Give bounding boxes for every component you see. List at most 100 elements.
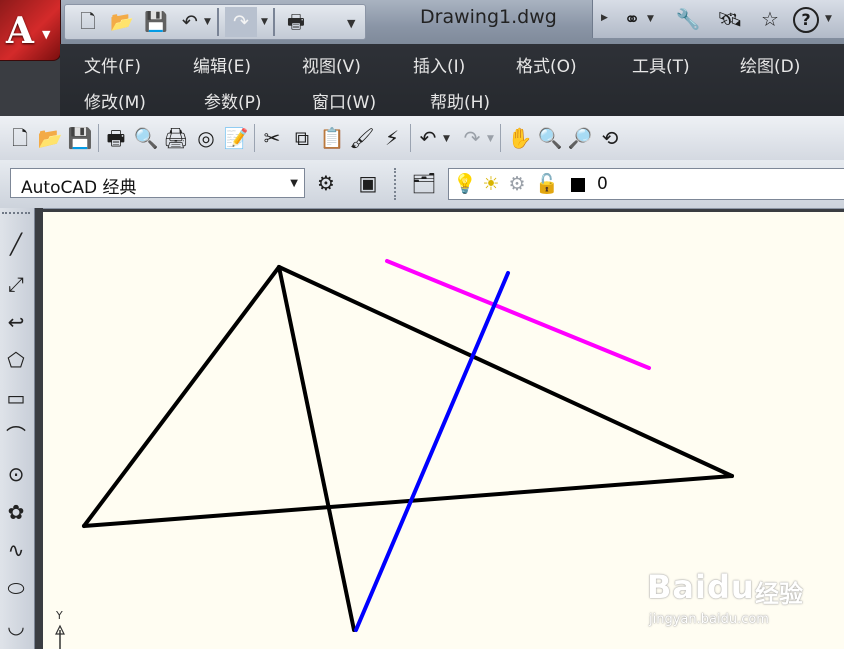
circle-icon[interactable]: ⊙	[1, 458, 31, 490]
arc-icon[interactable]: ⌒	[1, 420, 31, 452]
help-icon[interactable]: ?	[793, 7, 819, 33]
undo-icon[interactable]: ↶	[177, 10, 203, 34]
lightbulb-icon[interactable]: 💡	[453, 171, 477, 197]
satellite-icon[interactable]: 🛰	[717, 6, 743, 32]
quick-access-toolbar: 🗋 📂 💾 ↶ ▼ ↷ ▼ 🖶 ▼	[64, 4, 366, 40]
layer-dropdown[interactable]: 💡 ☀ ⚙ 🔓 0	[448, 168, 844, 200]
undo-icon[interactable]: ↶	[414, 124, 442, 152]
drawing-canvas[interactable]: Y Baidu 经验 jingyan.baidu.com	[43, 212, 844, 649]
undo-dropdown-icon[interactable]: ▼	[443, 134, 450, 144]
revision-cloud-icon[interactable]: ✿	[1, 496, 31, 528]
workspace-selected-label: AutoCAD 经典	[21, 178, 137, 198]
plot-icon[interactable]: 🖶	[283, 10, 309, 34]
chevron-down-icon[interactable]: ▼	[647, 14, 654, 24]
etransmit-icon[interactable]: 📝	[222, 124, 250, 152]
magenta-line[interactable]	[385, 259, 651, 370]
polyline-icon[interactable]: ↩	[1, 306, 31, 338]
chevron-down-icon: ▼	[290, 178, 298, 189]
viewport-freeze-icon[interactable]: ⚙	[505, 171, 529, 197]
construction-line-icon[interactable]: ⤢	[1, 268, 31, 300]
workspace-settings-icon[interactable]: ⚙	[312, 169, 340, 197]
redo-icon[interactable]: ↷	[458, 124, 486, 152]
ucs-icon: Y	[55, 609, 65, 649]
layer-properties-icon[interactable]: 🗂	[410, 169, 438, 197]
menu-window[interactable]: 窗口(W)	[312, 88, 376, 113]
autocad-logo-icon: A	[6, 10, 34, 52]
expand-icon[interactable]: ▶	[601, 13, 608, 23]
undo-dropdown-icon[interactable]: ▼	[204, 17, 211, 27]
menu-modify[interactable]: 修改(M)	[84, 88, 146, 113]
paste-icon[interactable]: 📋	[318, 124, 346, 152]
customize-qat-icon[interactable]: ▼	[347, 17, 355, 30]
triangle-edge-bottom[interactable]	[82, 474, 734, 528]
wrench-icon[interactable]: 🔧	[675, 6, 701, 32]
toolbar-separator	[254, 124, 255, 152]
unlock-icon[interactable]: 🔓	[535, 171, 559, 197]
menu-draw[interactable]: 绘图(D)	[740, 52, 800, 77]
zoom-window-icon[interactable]: 🔎	[566, 124, 594, 152]
open-folder-icon[interactable]: 📂	[36, 124, 64, 152]
save-icon[interactable]: 💾	[66, 124, 94, 152]
binoculars-icon[interactable]: ⚭	[619, 6, 645, 32]
my-workspace-icon[interactable]: ▣	[354, 169, 382, 197]
workspace-dropdown[interactable]: AutoCAD 经典 ▼	[10, 168, 305, 198]
zoom-realtime-icon[interactable]: 🔍	[536, 124, 564, 152]
star-icon[interactable]: ☆	[757, 6, 783, 32]
3d-dwf-icon[interactable]: ◎	[192, 124, 220, 152]
triangle-edge-right[interactable]	[277, 265, 734, 478]
plot-icon[interactable]: 🖶	[102, 124, 130, 152]
line-icon[interactable]: ╱	[1, 228, 31, 260]
ellipse-icon[interactable]: ⬭	[1, 572, 31, 604]
spline-icon[interactable]: ∿	[1, 534, 31, 566]
sun-icon[interactable]: ☀	[479, 171, 503, 197]
redo-dropdown-icon[interactable]: ▼	[261, 17, 268, 27]
watermark-brand: Baidu	[647, 568, 755, 606]
copy-icon[interactable]: ⧉	[288, 124, 316, 152]
menu-help[interactable]: 帮助(H)	[430, 88, 490, 113]
drawing-geometry	[82, 259, 734, 632]
block-editor-icon[interactable]: ⚡	[378, 124, 406, 152]
menu-view[interactable]: 视图(V)	[302, 52, 361, 77]
toolbar-grip[interactable]	[394, 168, 400, 200]
plot-preview-icon[interactable]: 🔍	[132, 124, 160, 152]
qat-separator	[273, 8, 275, 36]
blue-line[interactable]	[354, 271, 510, 632]
cut-icon[interactable]: ✂	[258, 124, 286, 152]
watermark-url: jingyan.baidu.com	[649, 612, 769, 627]
redo-icon[interactable]: ↷	[225, 7, 257, 37]
menu-tools[interactable]: 工具(T)	[632, 52, 690, 77]
menu-parametric[interactable]: 参数(P)	[204, 88, 262, 113]
rectangle-icon[interactable]: ▭	[1, 382, 31, 414]
info-center: ▶ ⚭ ▼ 🔧 🛰 ☆ ? ▼	[592, 0, 844, 38]
publish-icon[interactable]: 🖨	[162, 124, 190, 152]
menu-format[interactable]: 格式(O)	[516, 52, 577, 77]
triangle-edge-left[interactable]	[82, 265, 281, 528]
application-menu-button[interactable]: A ▼	[0, 0, 61, 61]
new-file-icon[interactable]: 🗋	[75, 10, 101, 34]
new-file-icon[interactable]: 🗋	[6, 124, 34, 152]
vertical-spike-line[interactable]	[277, 265, 356, 632]
toolbar-grip[interactable]	[2, 212, 30, 217]
menu-edit[interactable]: 编辑(E)	[193, 52, 251, 77]
standard-toolbar: 🗋 📂 💾 🖶 🔍 🖨 ◎ 📝 ✂ ⧉ 📋 🖌 ⚡ ↶ ▼ ↷ ▼ ✋ 🔍 🔎 …	[0, 116, 844, 161]
toolbar-separator	[500, 124, 501, 152]
qat-separator	[217, 8, 219, 36]
polygon-icon[interactable]: ⬠	[1, 344, 31, 376]
toolbar-gap	[35, 208, 43, 649]
document-title: Drawing1.dwg	[420, 6, 557, 28]
redo-dropdown-icon[interactable]: ▼	[487, 134, 494, 144]
ellipse-arc-icon[interactable]: ◡	[1, 610, 31, 642]
menu-file[interactable]: 文件(F)	[84, 52, 141, 77]
pan-icon[interactable]: ✋	[506, 124, 534, 152]
menu-insert[interactable]: 插入(I)	[413, 52, 465, 77]
chevron-down-icon[interactable]: ▼	[825, 14, 832, 24]
menu-bar: 文件(F) 编辑(E) 视图(V) 插入(I) 格式(O) 工具(T) 绘图(D…	[60, 44, 844, 116]
ucs-y-label: Y	[55, 609, 63, 622]
zoom-previous-icon[interactable]: ⟲	[596, 124, 624, 152]
chevron-down-icon: ▼	[42, 28, 51, 41]
toolbar-separator	[410, 124, 411, 152]
toolbar-separator	[98, 124, 99, 152]
save-icon[interactable]: 💾	[143, 10, 169, 34]
match-properties-icon[interactable]: 🖌	[348, 124, 376, 152]
open-folder-icon[interactable]: 📂	[109, 10, 135, 34]
